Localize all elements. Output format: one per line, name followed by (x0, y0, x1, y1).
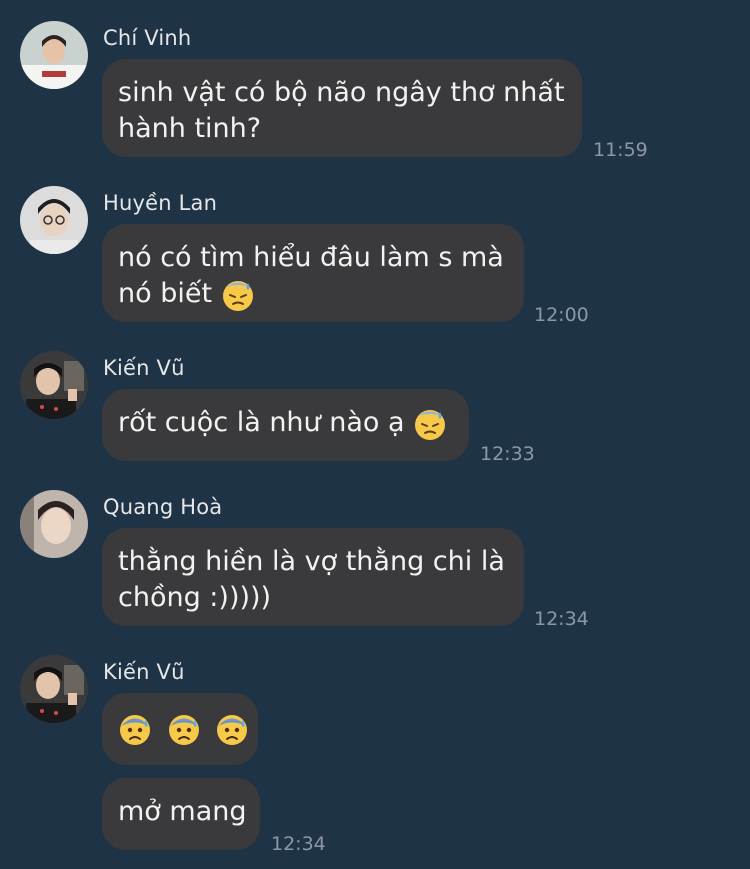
message-timestamp: 12:34 (534, 608, 589, 630)
anxious-face-with-sweat-icon (167, 713, 201, 747)
anxious-face-with-sweat-icon (118, 713, 152, 747)
avatar-chi-vinh[interactable] (20, 21, 88, 89)
message-line: hành tinh? (118, 113, 262, 144)
sender-name: Huyền Lan (103, 191, 218, 215)
sender-name: Kiến Vũ (103, 660, 185, 684)
message-line: nó có tìm hiểu đâu làm s mà (118, 242, 504, 273)
message-timestamp: 12:00 (534, 304, 589, 326)
message-line: mở mang (118, 796, 247, 827)
message-bubble[interactable]: thằng hiền là vợ thằng chi là chồng :)))… (102, 528, 524, 626)
avatar-kien-vu[interactable] (20, 351, 88, 419)
avatar-huyen-lan[interactable] (20, 186, 88, 254)
message-timestamp: 11:59 (593, 139, 648, 161)
avatar-quang-hoa[interactable] (20, 490, 88, 558)
message-bubble-emoji[interactable] (102, 693, 258, 765)
downcast-face-with-sweat-icon (221, 278, 255, 312)
message-bubble[interactable]: nó có tìm hiểu đâu làm s mà nó biết (102, 224, 524, 322)
message-line: thằng hiền là vợ thằng chi là (118, 546, 505, 577)
anxious-face-with-sweat-icon (215, 713, 249, 747)
chat-thread: Chí Vinh sinh vật có bộ não ngây thơ nhấ… (0, 0, 750, 869)
sender-name: Chí Vinh (103, 26, 192, 50)
message-bubble[interactable]: sinh vật có bộ não ngây thơ nhất hành ti… (102, 59, 582, 157)
message-timestamp: 12:33 (480, 443, 535, 465)
message-timestamp: 12:34 (271, 833, 326, 855)
message-bubble[interactable]: rốt cuộc là như nào ạ (102, 389, 469, 461)
message-line: nó biết (118, 278, 213, 309)
message-line: chồng :))))) (118, 582, 272, 613)
downcast-face-with-sweat-icon (413, 407, 447, 441)
message-bubble[interactable]: mở mang (102, 778, 260, 850)
sender-name: Kiến Vũ (103, 356, 185, 380)
sender-name: Quang Hoà (103, 495, 223, 519)
message-line: rốt cuộc là như nào ạ (118, 407, 405, 438)
message-line: sinh vật có bộ não ngây thơ nhất (118, 77, 565, 108)
avatar-kien-vu[interactable] (20, 655, 88, 723)
